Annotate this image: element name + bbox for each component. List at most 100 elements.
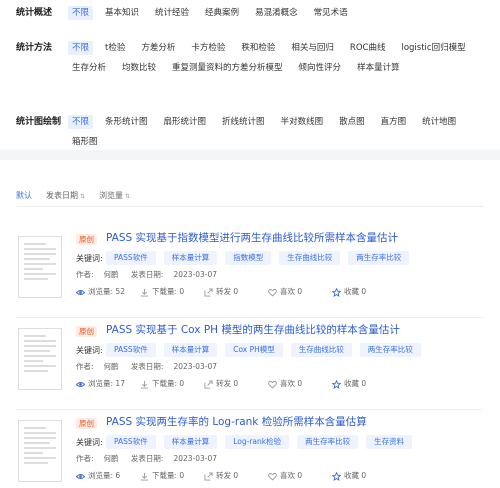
- filter-option[interactable]: logistic回归模型: [397, 41, 469, 55]
- filter-option[interactable]: 经典案例: [201, 6, 243, 20]
- filter-option[interactable]: 半对数线图: [277, 115, 328, 129]
- keyword-tag[interactable]: PASS软件: [106, 251, 156, 265]
- article-title-link[interactable]: PASS 实现基于 Cox PH 模型的两生存曲线比较的样本含量估计: [106, 322, 400, 338]
- share-button[interactable]: 转发 0: [204, 378, 268, 390]
- download-button[interactable]: 下载量: 0: [140, 378, 204, 390]
- share-icon: [204, 379, 213, 389]
- filter-option[interactable]: 不限: [68, 6, 94, 20]
- sort-bar: 默认 发表日期 ⇅ 浏览量 ⇅: [16, 190, 130, 201]
- keyword-tag[interactable]: 两生存率比较: [359, 343, 421, 357]
- article-item: 原创 PASS 实现基于指数模型进行两生存曲线比较所需样本含量估计 关键词: P…: [0, 230, 500, 318]
- filter-option[interactable]: 倾向性评分: [295, 61, 346, 75]
- eye-icon: [76, 289, 85, 295]
- filter-option[interactable]: 易混淆概念: [251, 6, 302, 20]
- star-icon: [332, 287, 341, 297]
- download-icon: [140, 472, 149, 481]
- keyword-tag[interactable]: 样本量计算: [163, 251, 218, 265]
- filter-option[interactable]: 方差分析: [137, 41, 179, 55]
- keyword-tag[interactable]: 生存资料: [366, 435, 413, 449]
- sort-arrows-icon: ⇅: [125, 193, 131, 200]
- filter-option[interactable]: 统计地图: [418, 115, 460, 129]
- date-label: 发表日期:: [130, 362, 164, 371]
- heart-icon: [268, 472, 277, 481]
- article-title-link[interactable]: PASS 实现基于指数模型进行两生存曲线比较所需样本含量估计: [106, 230, 398, 246]
- favorite-button[interactable]: 收藏 0: [332, 470, 396, 482]
- filter-option[interactable]: 均数比较: [118, 61, 160, 75]
- keyword-tag[interactable]: 两生存率比较: [297, 435, 359, 449]
- filter-option[interactable]: 条形统计图: [101, 115, 152, 129]
- filter-option[interactable]: 卡方检验: [187, 41, 229, 55]
- filter-option[interactable]: 箱形图: [68, 135, 102, 149]
- keyword-tag[interactable]: 样本量计算: [163, 435, 218, 449]
- article-stats: 浏览量: 17 下载量: 0 转发 0 喜欢 0 收藏 0: [76, 378, 396, 390]
- keyword-tag[interactable]: 指数模型: [225, 251, 272, 265]
- original-badge: 原创: [76, 418, 97, 429]
- download-button[interactable]: 下载量: 0: [140, 286, 204, 298]
- sort-by-views[interactable]: 浏览量 ⇅: [99, 190, 130, 201]
- item-separator: [16, 409, 484, 410]
- keyword-tag[interactable]: 生存曲线比较: [279, 251, 341, 265]
- filter-option[interactable]: ROC曲线: [346, 41, 390, 55]
- keywords-label: 关键词:: [76, 346, 103, 355]
- keyword-tag[interactable]: Cox PH模型: [225, 343, 283, 357]
- keyword-tag[interactable]: 样本量计算: [163, 343, 218, 357]
- article-meta: 作者: 何鹏 发表日期: 2023-03-07: [76, 361, 227, 373]
- keyword-tag[interactable]: 生存曲线比较: [290, 343, 352, 357]
- share-button[interactable]: 转发 0: [204, 470, 268, 482]
- article-title-link[interactable]: PASS 实现两生存率的 Log-rank 检验所需样本含量估算: [106, 414, 367, 430]
- filter-option[interactable]: t检验: [101, 41, 129, 55]
- filter-row-methods: 统计方法 不限 t检验 方差分析 卡方检验 秩和检验 相关与回归 ROC曲线 l…: [16, 41, 492, 75]
- keyword-tag[interactable]: PASS软件: [106, 435, 156, 449]
- publish-date: 2023-03-07: [173, 362, 218, 371]
- like-button[interactable]: 喜欢 0: [268, 286, 332, 298]
- publish-date: 2023-03-07: [173, 454, 218, 463]
- download-icon: [140, 288, 149, 297]
- sort-arrows-icon: ⇅: [80, 193, 86, 200]
- favorite-button[interactable]: 收藏 0: [332, 378, 396, 390]
- item-separator: [16, 317, 484, 318]
- eye-icon: [76, 473, 85, 479]
- share-icon: [204, 287, 213, 297]
- keyword-tag[interactable]: PASS软件: [106, 343, 156, 357]
- keywords-label: 关键词:: [76, 254, 103, 263]
- keyword-tag[interactable]: Log-rank检验: [225, 435, 290, 449]
- like-button[interactable]: 喜欢 0: [268, 378, 332, 390]
- share-button[interactable]: 转发 0: [204, 286, 268, 298]
- sort-views-label: 浏览量: [99, 191, 124, 200]
- filter-option[interactable]: 常见术语: [310, 6, 352, 20]
- filter-option[interactable]: 不限: [68, 115, 94, 129]
- star-icon: [332, 379, 341, 389]
- filter-option[interactable]: 统计经验: [151, 6, 193, 20]
- heart-icon: [268, 380, 277, 389]
- filter-option[interactable]: 样本量计算: [353, 61, 404, 75]
- date-label: 发表日期:: [130, 454, 164, 463]
- author-name: 何鹏: [103, 362, 119, 371]
- article-stats: 浏览量: 6 下载量: 0 转发 0 喜欢 0 收藏 0: [76, 470, 396, 482]
- filter-option[interactable]: 折线统计图: [218, 115, 269, 129]
- filter-option[interactable]: 直方图: [377, 115, 411, 129]
- filter-label: 统计概述: [16, 8, 53, 18]
- sort-by-date[interactable]: 发表日期 ⇅: [46, 190, 85, 201]
- filter-option[interactable]: 相关与回归: [287, 41, 338, 55]
- keyword-tag[interactable]: 两生存率比较: [348, 251, 410, 265]
- sort-default[interactable]: 默认: [16, 190, 32, 201]
- article-thumbnail[interactable]: [18, 236, 62, 298]
- filter-option[interactable]: 生存分析: [68, 61, 110, 75]
- original-badge: 原创: [76, 326, 97, 337]
- download-button[interactable]: 下载量: 0: [140, 470, 204, 482]
- filter-option[interactable]: 秩和检验: [237, 41, 279, 55]
- filter-option[interactable]: 散点图: [335, 115, 369, 129]
- filter-option[interactable]: 不限: [68, 41, 94, 55]
- filter-option[interactable]: 重复测量资料的方差分析模型: [168, 61, 287, 75]
- article-thumbnail[interactable]: [18, 328, 62, 390]
- filter-label: 统计方法: [16, 43, 53, 53]
- sort-date-label: 发表日期: [46, 191, 78, 200]
- filter-option[interactable]: 基本知识: [101, 6, 143, 20]
- like-button[interactable]: 喜欢 0: [268, 470, 332, 482]
- favorite-button[interactable]: 收藏 0: [332, 286, 396, 298]
- filter-option[interactable]: 扇形统计图: [160, 115, 211, 129]
- keyword-list: PASS软件 样本量计算 Cox PH模型 生存曲线比较 两生存率比较: [106, 343, 421, 357]
- author-name: 何鹏: [103, 454, 119, 463]
- article-thumbnail[interactable]: [18, 420, 62, 482]
- filter-row-charts: 统计图绘制 不限 条形统计图 扇形统计图 折线统计图 半对数线图 散点图 直方图…: [16, 115, 492, 149]
